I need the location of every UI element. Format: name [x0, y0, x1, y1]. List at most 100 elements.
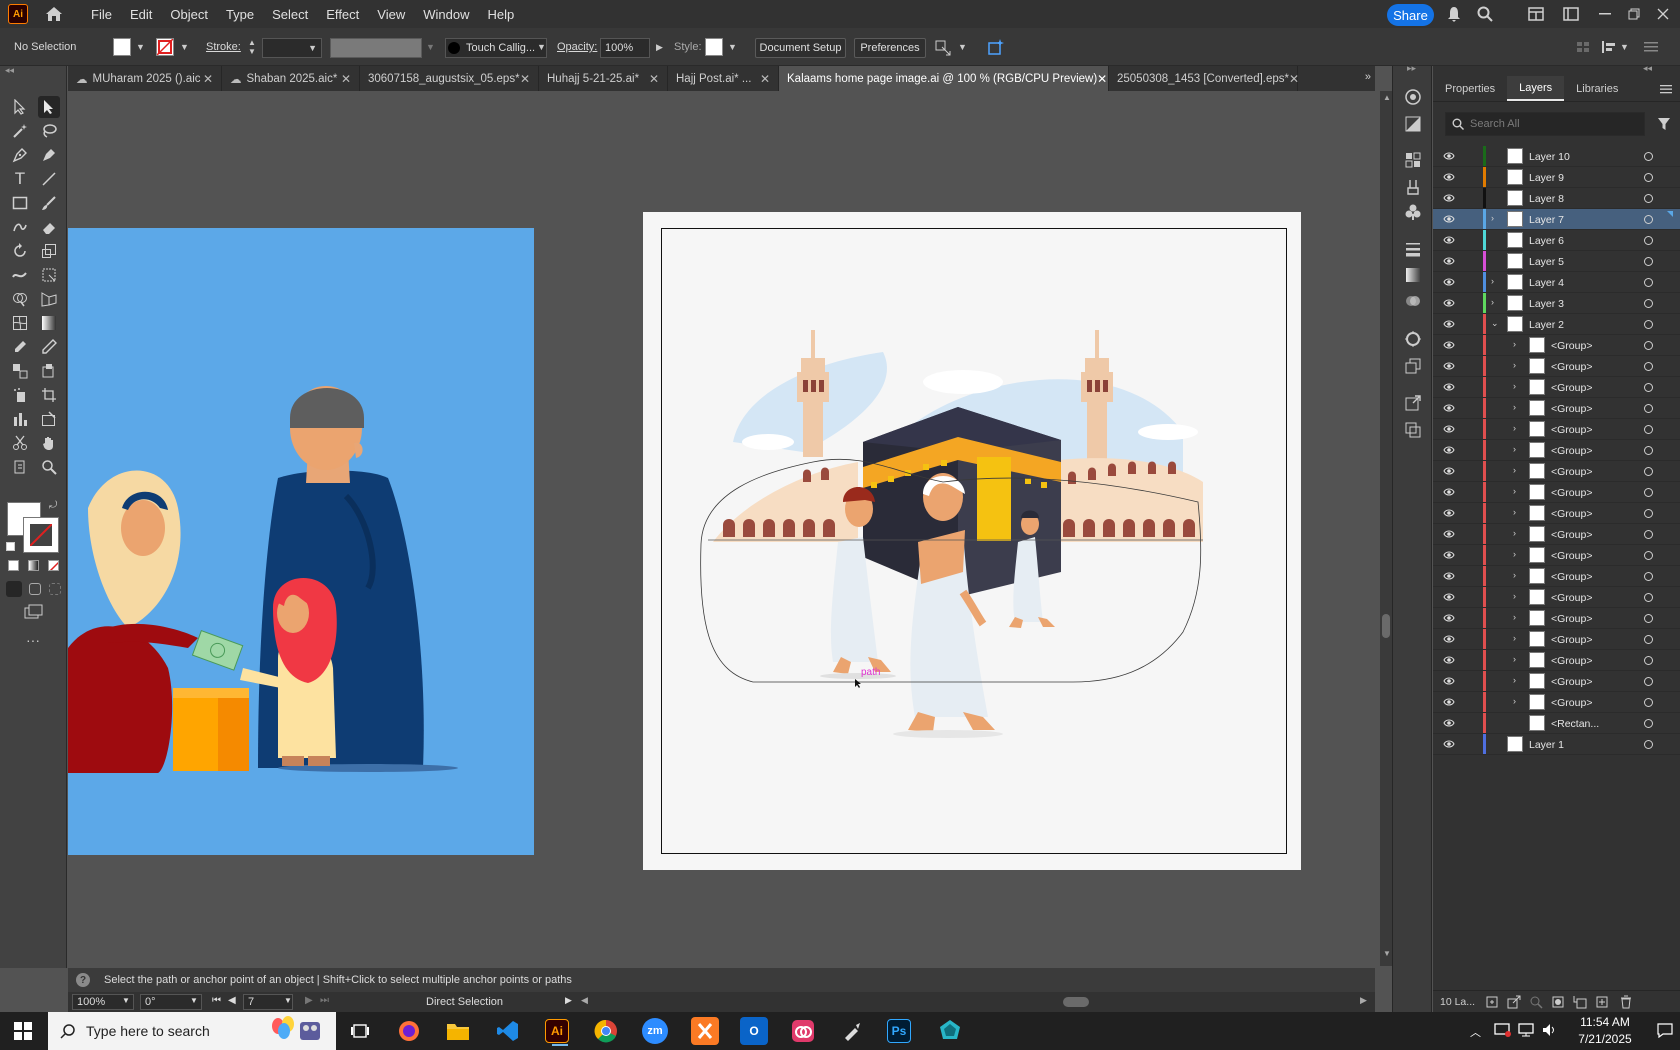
- layer-name[interactable]: Layer 8: [1529, 193, 1564, 205]
- layer-row[interactable]: ⌄ Layer 2: [1433, 314, 1680, 335]
- curvature-tool-icon[interactable]: [38, 144, 60, 166]
- expand-chevron-icon[interactable]: ›: [1513, 381, 1523, 393]
- sublayer-row[interactable]: <Rectan...: [1433, 713, 1680, 734]
- layer-target-icon[interactable]: [1644, 278, 1653, 287]
- collapse-toolbar-icon[interactable]: ◂◂: [5, 65, 14, 76]
- vertical-scroll-thumb[interactable]: [1382, 614, 1390, 638]
- expand-chevron-icon[interactable]: ›: [1513, 612, 1523, 624]
- visibility-eye-icon[interactable]: [1443, 718, 1455, 728]
- visibility-eye-icon[interactable]: [1443, 466, 1455, 476]
- new-layer-icon[interactable]: [1595, 995, 1609, 1012]
- shape-builder-tool-icon[interactable]: [9, 288, 31, 310]
- gradient-panel-icon[interactable]: [1402, 264, 1424, 286]
- create-sublayer-icon[interactable]: [1573, 995, 1587, 1012]
- expand-chevron-icon[interactable]: ›: [1513, 444, 1523, 456]
- opacity-label[interactable]: Opacity:: [557, 41, 597, 53]
- visibility-eye-icon[interactable]: [1443, 214, 1455, 224]
- scissors-tool-icon[interactable]: [9, 432, 31, 454]
- artboard-tool-icon[interactable]: [38, 384, 60, 406]
- selection-tool-icon[interactable]: [9, 96, 31, 118]
- visibility-eye-icon[interactable]: [1443, 592, 1455, 602]
- tab-augustsix[interactable]: 30607158_augustsix_05.eps* ✕: [360, 66, 539, 91]
- layer-target-icon[interactable]: [1644, 299, 1653, 308]
- windows-start-icon[interactable]: [14, 1022, 32, 1043]
- screen-mode-icon[interactable]: [24, 604, 44, 620]
- layer-target-icon[interactable]: [1644, 509, 1653, 518]
- shaper-tool-icon[interactable]: [9, 216, 31, 238]
- layer-target-icon[interactable]: [1644, 740, 1653, 749]
- status-expand-icon[interactable]: ▶: [565, 995, 572, 1006]
- expand-chevron-icon[interactable]: ›: [1513, 507, 1523, 519]
- horizontal-scroll-thumb[interactable]: [1063, 997, 1089, 1007]
- expand-chevron-icon[interactable]: ›: [1513, 633, 1523, 645]
- layer-row[interactable]: Layer 10: [1433, 146, 1680, 167]
- visibility-eye-icon[interactable]: [1443, 298, 1455, 308]
- stroke-dropdown-icon[interactable]: ▼: [180, 42, 189, 52]
- panel-menu-icon[interactable]: [1660, 76, 1672, 101]
- workspace-switcher-icon[interactable]: [1562, 5, 1580, 23]
- scroll-left-icon[interactable]: ◀: [581, 995, 588, 1006]
- collapse-panel-icon[interactable]: ◂◂: [1643, 63, 1652, 74]
- layer-target-icon[interactable]: [1644, 488, 1653, 497]
- fill-dropdown-icon[interactable]: ▼: [136, 42, 145, 52]
- visibility-eye-icon[interactable]: [1443, 550, 1455, 560]
- bell-icon[interactable]: [1445, 5, 1463, 23]
- tab-overflow-icon[interactable]: »: [1365, 71, 1371, 83]
- warp-tool-icon[interactable]: [9, 264, 31, 286]
- close-tab-icon[interactable]: ✕: [649, 72, 659, 86]
- canvas-area[interactable]: path: [68, 91, 1375, 966]
- layer-name[interactable]: Layer 4: [1529, 277, 1564, 289]
- sublayer-row[interactable]: › <Group>: [1433, 335, 1680, 356]
- layer-name[interactable]: <Group>: [1551, 571, 1592, 583]
- layer-name[interactable]: <Group>: [1551, 487, 1592, 499]
- visibility-eye-icon[interactable]: [1443, 655, 1455, 665]
- menu-file[interactable]: File: [82, 7, 121, 22]
- layer-row[interactable]: › Layer 3: [1433, 293, 1680, 314]
- layer-target-icon[interactable]: [1644, 404, 1653, 413]
- sublayer-row[interactable]: › <Group>: [1433, 377, 1680, 398]
- direct-selection-tool-icon[interactable]: [38, 96, 60, 118]
- stroke-weight-field[interactable]: ▼: [262, 38, 322, 58]
- display-icon[interactable]: [1518, 1022, 1536, 1041]
- draw-behind-icon[interactable]: [29, 583, 41, 595]
- layer-target-icon[interactable]: [1644, 593, 1653, 602]
- arrange-documents-icon[interactable]: [1527, 5, 1545, 23]
- visibility-eye-icon[interactable]: [1443, 193, 1455, 203]
- transform-dropdown-icon[interactable]: ▼: [958, 42, 967, 52]
- menu-effect[interactable]: Effect: [317, 7, 368, 22]
- image-trace-panel-icon[interactable]: [1402, 355, 1424, 377]
- expand-chevron-icon[interactable]: ›: [1513, 486, 1523, 498]
- column-graph-tool-icon[interactable]: [9, 408, 31, 430]
- previous-artboard-icon[interactable]: ◀: [228, 995, 236, 1006]
- layer-name[interactable]: <Group>: [1551, 697, 1592, 709]
- opacity-field[interactable]: 100%: [600, 38, 650, 58]
- photoshop-icon[interactable]: Ps: [887, 1019, 911, 1043]
- chrome-icon[interactable]: [592, 1017, 620, 1045]
- layer-name[interactable]: <Group>: [1551, 361, 1592, 373]
- first-artboard-icon[interactable]: ⏮: [212, 995, 221, 1006]
- pen-app-icon[interactable]: [838, 1017, 866, 1045]
- layer-target-icon[interactable]: [1644, 194, 1653, 203]
- layer-target-icon[interactable]: [1644, 677, 1653, 686]
- visibility-eye-icon[interactable]: [1443, 634, 1455, 644]
- menu-help[interactable]: Help: [478, 7, 523, 22]
- paintbrush-tool-icon[interactable]: [38, 192, 60, 214]
- menu-object[interactable]: Object: [161, 7, 217, 22]
- menu-view[interactable]: View: [368, 7, 414, 22]
- preferences-button[interactable]: Preferences: [854, 38, 926, 58]
- layer-name[interactable]: Layer 7: [1529, 214, 1564, 226]
- sublayer-row[interactable]: › <Group>: [1433, 587, 1680, 608]
- brush-definition-dropdown[interactable]: Touch Callig...: [445, 38, 547, 58]
- file-explorer-icon[interactable]: [444, 1017, 472, 1045]
- close-tab-icon[interactable]: ✕: [1097, 72, 1107, 86]
- visibility-eye-icon[interactable]: [1443, 172, 1455, 182]
- sublayer-row[interactable]: › <Group>: [1433, 692, 1680, 713]
- profile-dropdown-icon[interactable]: ▼: [426, 42, 435, 52]
- current-tool-name[interactable]: Direct Selection: [426, 996, 503, 1008]
- visibility-eye-icon[interactable]: [1443, 424, 1455, 434]
- collapse-strip-icon[interactable]: ▸▸: [1407, 63, 1416, 74]
- layer-target-icon[interactable]: [1644, 719, 1653, 728]
- expand-chevron-icon[interactable]: ›: [1513, 675, 1523, 687]
- color-guide-panel-icon[interactable]: [1402, 328, 1424, 350]
- layer-name[interactable]: <Group>: [1551, 592, 1592, 604]
